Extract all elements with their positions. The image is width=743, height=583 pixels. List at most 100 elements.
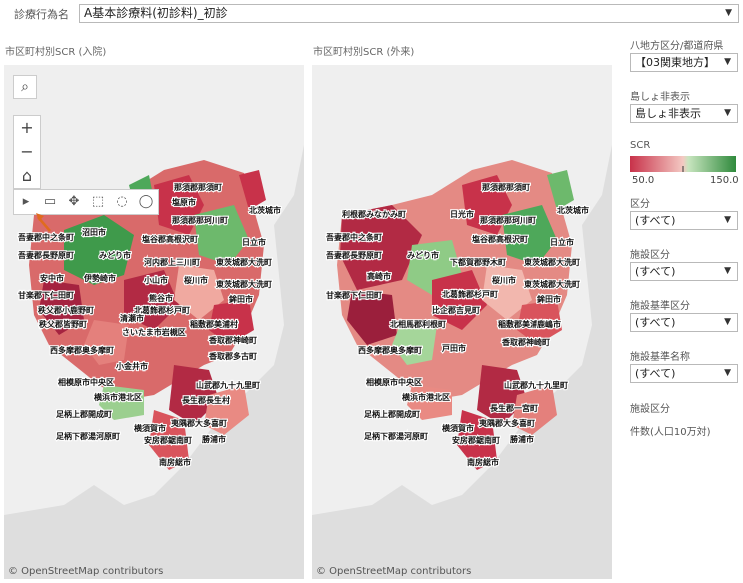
city-label: 東茨城郡大洗町 xyxy=(216,257,272,267)
city-label: 足柄上郡開成町 xyxy=(56,409,112,419)
scr-max-value: 150.0 xyxy=(710,175,739,186)
facility-section-heading: 施設区分 xyxy=(630,404,670,415)
home-icon[interactable]: ⌂ xyxy=(14,164,40,188)
rect-select-icon[interactable]: ⬚ xyxy=(86,190,110,214)
city-label: 安房郡鋸南町 xyxy=(144,435,192,445)
city-label: 香取郡神崎町 xyxy=(501,337,550,347)
city-label: 香取郡神崎町 xyxy=(208,335,257,345)
map-inpatient[interactable]: 那須郡那須町 塩原市 那須郡那珂川町 北茨城市 日立市 塩谷郡高根沢町 吾妻郡中… xyxy=(4,65,304,579)
chevron-down-icon: ▼ xyxy=(724,57,731,67)
map-attribution: © OpenStreetMap contributors xyxy=(316,566,472,577)
map-outpatient[interactable]: 那須郡那須町 利根郡みなかみ町 日光市 那須郡那珂川町 北茨城市 日立市 塩谷郡… xyxy=(312,65,612,579)
city-label: 相模原市中央区 xyxy=(58,377,114,387)
city-label: 東茨城郡大洗町 xyxy=(524,257,580,267)
chevron-down-icon: ▼ xyxy=(724,317,731,327)
map-title-inpatient: 市区町村別SCR (入院) xyxy=(5,47,107,58)
scr-legend-label: SCR xyxy=(630,140,651,151)
city-label: みどり市 xyxy=(99,250,131,260)
chevron-down-icon: ▼ xyxy=(724,108,731,118)
city-label: 足柄上郡開成町 xyxy=(364,409,420,419)
city-label: 河内郡上三川町 xyxy=(144,257,200,267)
city-label: 秩父郡皆野町 xyxy=(39,319,87,329)
city-label: 山武郡九十九里町 xyxy=(504,380,568,390)
city-label: 沼田市 xyxy=(82,227,106,237)
city-label: さいたま市岩槻区 xyxy=(122,327,186,337)
city-label: 秩父郡小鹿野町 xyxy=(38,305,94,315)
city-label: 甘楽郡下仁田町 xyxy=(326,290,382,300)
city-label: 夷隅郡大多喜町 xyxy=(479,418,535,428)
city-label: 横浜市港北区 xyxy=(402,392,450,402)
count-per-population-label: 件数(人口10万対) xyxy=(630,427,711,438)
city-label: 山武郡九十九里町 xyxy=(196,380,260,390)
scr-min-value: 50.0 xyxy=(632,175,655,186)
city-label: 南房総市 xyxy=(467,457,499,467)
facility-filter-label: 施設区分 xyxy=(630,250,670,261)
city-label: 小山市 xyxy=(143,275,168,285)
island-filter-label: 島しょ非表示 xyxy=(630,92,690,103)
city-label: 桜川市 xyxy=(492,275,516,285)
city-label: 日光市 xyxy=(450,209,474,219)
city-label: 安房郡鋸南町 xyxy=(452,435,500,445)
city-label: 甘楽郡下仁田町 xyxy=(18,290,74,300)
city-label: 東茨城郡大洗町 xyxy=(216,279,272,289)
lasso-select-icon[interactable]: ◯ xyxy=(134,190,158,214)
chevron-down-icon: ▼ xyxy=(724,368,731,378)
facility-dropdown[interactable]: (すべて) ▼ xyxy=(630,262,738,281)
city-label: 比企郡吉見町 xyxy=(432,305,480,315)
city-label: 熊谷市 xyxy=(149,293,173,303)
measure-label: 診療行為名 xyxy=(14,8,69,21)
map-title-outpatient: 市区町村別SCR (外来) xyxy=(313,47,415,58)
city-label: 北茨城市 xyxy=(249,205,281,215)
region-dropdown[interactable]: 【03関東地方】 ▼ xyxy=(630,53,738,72)
facility-std-name-dropdown[interactable]: (すべて) ▼ xyxy=(630,364,738,383)
city-label: 北相馬郡利根町 xyxy=(390,319,446,329)
island-dropdown[interactable]: 島しょ非表示 ▼ xyxy=(630,104,738,123)
facility-selected-value: (すべて) xyxy=(635,265,676,278)
zoom-in-icon[interactable]: + xyxy=(14,116,40,140)
city-label: 戸田市 xyxy=(442,343,466,353)
city-label: 西多摩郡奥多摩町 xyxy=(358,345,422,355)
region-selected-value: 【03関東地方】 xyxy=(635,56,715,69)
map-outpatient-canvas[interactable]: 那須郡那須町 利根郡みなかみ町 日光市 那須郡那珂川町 北茨城市 日立市 塩谷郡… xyxy=(312,65,612,579)
city-label: 小金井市 xyxy=(115,361,148,371)
map-attribution: © OpenStreetMap contributors xyxy=(8,566,164,577)
city-label: 足柄下郡湯河原町 xyxy=(56,431,120,441)
map-inpatient-canvas[interactable]: 那須郡那須町 塩原市 那須郡那珂川町 北茨城市 日立市 塩谷郡高根沢町 吾妻郡中… xyxy=(4,65,304,579)
city-label: 鹿嶋市 xyxy=(537,319,561,329)
facility-std-name-selected-value: (すべて) xyxy=(635,367,676,380)
radial-select-icon[interactable]: ◌ xyxy=(110,190,134,214)
city-label: 下都賀郡野木町 xyxy=(450,257,506,267)
facility-std-selected-value: (すべて) xyxy=(635,316,676,329)
city-label: 桜川市 xyxy=(184,275,208,285)
city-label: 東茨城郡大洗町 xyxy=(524,279,580,289)
section-dropdown[interactable]: (すべて) ▼ xyxy=(630,211,738,230)
city-label: 横須賀市 xyxy=(442,423,474,433)
section-selected-value: (すべて) xyxy=(635,214,676,227)
city-label: 清瀬市 xyxy=(120,313,144,323)
city-label: 夷隅郡大多喜町 xyxy=(171,418,227,428)
section-filter-label: 区分 xyxy=(630,199,650,210)
city-label: 利根郡みなかみ町 xyxy=(341,209,406,219)
search-icon[interactable]: ⌕ xyxy=(13,75,37,99)
city-label: 相模原市中央区 xyxy=(366,377,422,387)
city-label: 塩谷郡高根沢町 xyxy=(472,234,528,244)
city-label: 横須賀市 xyxy=(134,423,166,433)
city-label: 高崎市 xyxy=(367,271,391,281)
city-label: 塩谷郡高根沢町 xyxy=(142,234,198,244)
city-label: 那須郡那須町 xyxy=(482,182,530,192)
city-label: 安中市 xyxy=(40,273,64,283)
city-label: 日立市 xyxy=(242,237,266,247)
city-label: 塩原市 xyxy=(172,197,196,207)
measure-dropdown[interactable]: A基本診療料(初診料)_初診 ▼ xyxy=(79,4,739,23)
city-label: 足柄下郡湯河原町 xyxy=(364,431,428,441)
pointer-arrow-icon xyxy=(36,213,51,232)
pan-icon[interactable]: ✥ xyxy=(62,190,86,214)
facility-std-dropdown[interactable]: (すべて) ▼ xyxy=(630,313,738,332)
scr-color-legend xyxy=(630,156,736,172)
island-selected-value: 島しょ非表示 xyxy=(635,107,701,120)
city-label: 鉾田市 xyxy=(537,294,561,304)
city-label: 勝浦市 xyxy=(510,434,534,444)
city-label: 勝浦市 xyxy=(202,434,226,444)
zoom-out-icon[interactable]: − xyxy=(14,140,40,164)
city-label: 吾妻郡中之条町 xyxy=(326,232,382,242)
